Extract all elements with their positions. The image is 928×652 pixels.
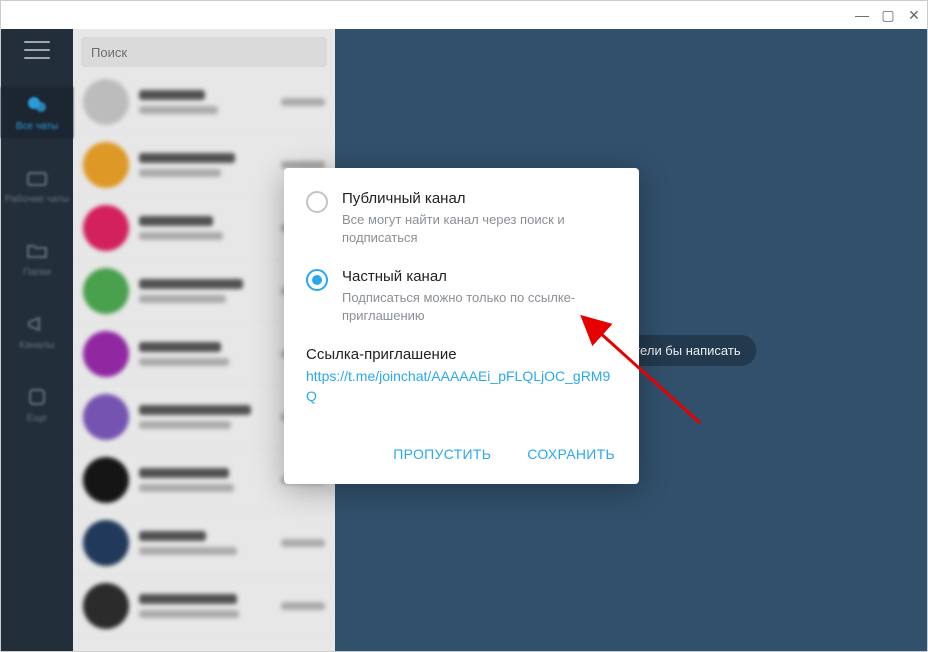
avatar: [83, 583, 129, 629]
avatar: [83, 457, 129, 503]
save-button[interactable]: СОХРАНИТЬ: [523, 438, 619, 470]
nav-label: Еще: [27, 413, 47, 424]
option-desc: Все могут найти канал через поиск и подп…: [342, 211, 619, 246]
chat-meta: [281, 539, 325, 547]
nav-label: Папки: [23, 267, 51, 278]
folder-icon: [25, 239, 49, 263]
avatar: [83, 394, 129, 440]
invite-link[interactable]: https://t.me/joinchat/AAAAAEi_pFLQLjOC_g…: [306, 367, 619, 406]
chat-text: [139, 216, 271, 240]
option-private-channel[interactable]: Частный канал Подписаться можно только п…: [306, 268, 619, 324]
chat-meta: [281, 98, 325, 106]
minimize-button[interactable]: —: [855, 8, 869, 22]
chat-text: [139, 405, 271, 429]
option-desc: Подписаться можно только по ссылке-пригл…: [342, 289, 619, 324]
maximize-button[interactable]: ▢: [881, 8, 895, 22]
channel-type-dialog: Публичный канал Все могут найти канал че…: [284, 168, 639, 484]
nav-all-chats[interactable]: Все чаты: [1, 87, 73, 138]
chat-text: [139, 531, 271, 555]
avatar: [83, 205, 129, 251]
folder-icon: [25, 166, 49, 190]
avatar: [83, 142, 129, 188]
chat-row[interactable]: [73, 512, 335, 575]
app-window: — ▢ ✕ Все чаты Рабочие чаты Папки Каналы: [0, 0, 928, 652]
nav-more[interactable]: Еще: [1, 379, 73, 430]
chat-row[interactable]: [73, 575, 335, 638]
nav-label: Рабочие чаты: [5, 194, 69, 205]
menu-icon[interactable]: [24, 41, 50, 59]
titlebar: — ▢ ✕: [1, 1, 927, 29]
chat-text: [139, 468, 271, 492]
skip-button[interactable]: ПРОПУСТИТЬ: [389, 438, 495, 470]
nav-label: Каналы: [19, 340, 55, 351]
search-input[interactable]: [91, 45, 317, 60]
avatar: [83, 520, 129, 566]
chat-text: [139, 279, 271, 303]
chats-icon: [25, 93, 49, 117]
chat-text: [139, 153, 271, 177]
vertical-nav: Все чаты Рабочие чаты Папки Каналы Еще: [1, 29, 73, 651]
megaphone-icon: [25, 312, 49, 336]
chat-meta: [281, 602, 325, 610]
chat-text: [139, 90, 271, 114]
nav-channels[interactable]: Каналы: [1, 306, 73, 357]
more-icon: [25, 385, 49, 409]
avatar: [83, 268, 129, 314]
close-button[interactable]: ✕: [907, 8, 921, 22]
invite-link-label: Ссылка-приглашение: [306, 346, 619, 363]
avatar: [83, 79, 129, 125]
radio-private[interactable]: [306, 269, 328, 291]
avatar: [83, 331, 129, 377]
option-public-channel[interactable]: Публичный канал Все могут найти канал че…: [306, 190, 619, 246]
search-field[interactable]: [81, 37, 327, 67]
chat-text: [139, 594, 271, 618]
nav-folders[interactable]: Папки: [1, 233, 73, 284]
nav-label: Все чаты: [16, 121, 58, 132]
dialog-actions: ПРОПУСТИТЬ СОХРАНИТЬ: [306, 438, 619, 470]
option-title: Публичный канал: [342, 190, 619, 207]
option-title: Частный канал: [342, 268, 619, 285]
chat-row[interactable]: [73, 71, 335, 134]
radio-public[interactable]: [306, 191, 328, 213]
nav-work-chats[interactable]: Рабочие чаты: [1, 160, 73, 211]
chat-text: [139, 342, 271, 366]
